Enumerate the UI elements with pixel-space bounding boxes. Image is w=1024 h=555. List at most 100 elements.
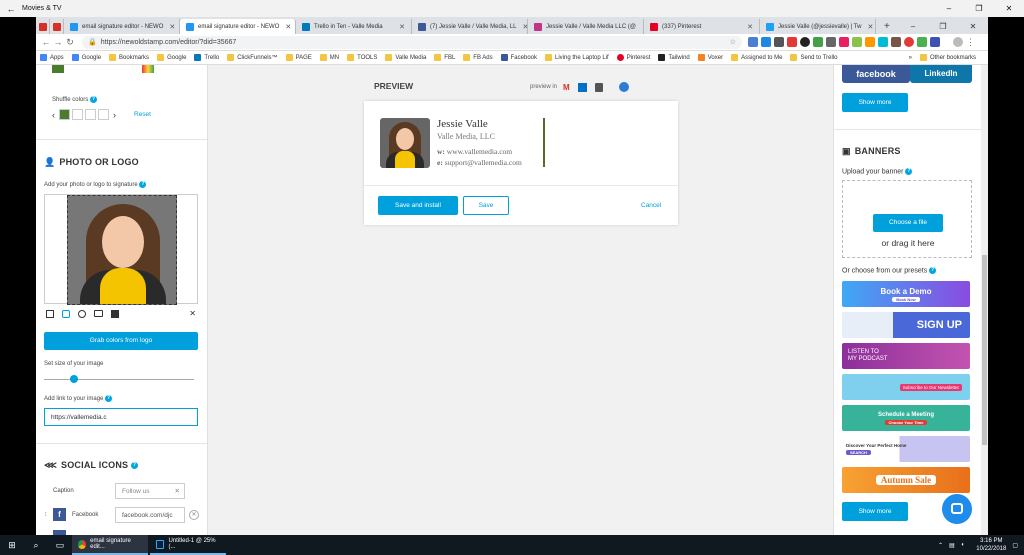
grab-colors-button[interactable]: Grab colors from logo [44,332,198,350]
facebook-button-preview[interactable]: facebook [842,65,910,83]
show-more-banners-button[interactable]: Show more [842,502,908,521]
bookmark-item[interactable]: Send to Trello [790,54,837,61]
bookmark-apps[interactable]: Apps [40,54,64,61]
close-tab-icon[interactable]: ✕ [861,23,873,31]
other-bookmarks[interactable]: » Other bookmarks [909,54,980,61]
bookmark-item[interactable]: TOOLS [347,54,377,61]
taskbar-app-photoshop[interactable]: Untitled-1 @ 25% (... [150,535,226,555]
new-tab-icon[interactable]: + [876,19,898,34]
close-tab-icon[interactable]: ✕ [279,23,291,31]
bookmark-item[interactable]: Assigned to Me [731,54,782,61]
bookmark-item[interactable]: Trello [194,54,219,61]
tab-email-editor-2[interactable]: email signature editor - NEWO ✕ [180,19,296,34]
crop-icon[interactable] [111,309,119,318]
extension-icon[interactable] [748,37,758,47]
network-icon[interactable]: ▤ [949,542,955,549]
banner-preset-podcast[interactable]: LISTEN TO MY PODCAST [842,343,970,369]
drag-handle-icon[interactable]: ↕ [44,511,48,518]
tab-instagram[interactable]: Jessie Valle / Valle Media LLC (@✕ [528,19,644,34]
minimize-icon[interactable]: – [934,4,964,13]
back-arrow-icon[interactable]: ← [0,4,22,14]
close-tab-icon[interactable]: ✕ [636,23,643,31]
help-icon[interactable]: ? [139,181,147,188]
tab-email-editor-1[interactable]: email signature editor - NEWO ✕ [64,19,180,34]
help-icon[interactable]: ? [929,267,937,274]
extension-icon[interactable] [800,37,810,47]
extension-icon[interactable] [878,37,888,47]
bookmark-item[interactable]: Google [71,54,101,61]
search-icon[interactable] [826,37,836,47]
chevron-up-icon[interactable]: ⌃ [938,542,943,549]
banner-preset-autumn[interactable]: Autumn Sale [842,467,970,493]
bookmark-item[interactable]: Valle Media [385,54,426,61]
bookmark-item[interactable]: Bookmarks [109,54,149,61]
chevron-right-icon[interactable]: › [113,110,116,120]
close-tab-icon[interactable]: ✕ [163,23,175,31]
banner-dropzone[interactable]: Choose a file or drag it here [842,180,972,258]
close-tab-icon[interactable]: ✕ [741,23,753,31]
star-icon[interactable]: ☆ [730,38,736,46]
remove-social-icon[interactable]: ✕ [189,510,199,520]
bookmark-item[interactable]: Pinterest [616,54,650,61]
extension-icon[interactable] [917,37,927,47]
back-icon[interactable]: ← [40,37,52,47]
banner-preset-newsletter[interactable]: Subscribe to Our Newsletter [842,374,970,400]
color-swatch[interactable] [98,109,109,120]
banner-preset-home[interactable]: Discover Your Perfect Home SEARCH [842,436,970,462]
extension-icon[interactable] [891,37,901,47]
reset-link[interactable]: Reset [134,111,151,118]
bookmark-item[interactable]: FBL [434,54,455,61]
help-icon[interactable]: ? [905,168,913,175]
extension-icon[interactable] [839,37,849,47]
rounded-shape-icon[interactable] [62,309,70,318]
extension-icon[interactable] [865,37,875,47]
size-slider-handle[interactable] [70,375,78,383]
save-button[interactable]: Save [463,196,509,215]
clear-icon[interactable]: ✕ [175,487,180,495]
image-crop-area[interactable] [44,194,198,305]
extension-icon[interactable] [852,37,862,47]
save-install-button[interactable]: Save and install [378,196,458,215]
show-more-button[interactable]: Show more [842,93,908,112]
banner-preset-sign-up[interactable]: SIGN UP [842,312,970,338]
linkedin-button-preview[interactable]: LinkedIn [910,65,972,83]
size-slider[interactable] [44,379,194,380]
color-swatch[interactable] [59,109,70,120]
color-picker-icon[interactable] [142,65,154,73]
extension-icon[interactable] [787,37,797,47]
bookmark-item[interactable]: Voxer [697,54,723,61]
restore-icon[interactable]: ❐ [928,19,958,34]
bookmark-item[interactable]: Facebook [500,54,537,61]
image-link-input[interactable]: https://vallemedia.c [44,408,198,426]
banner-preset-book-demo[interactable]: Book a Demo Book Now [842,281,970,307]
minimize-icon[interactable]: – [898,19,928,34]
menu-icon[interactable]: ⋮ [966,37,976,47]
clock[interactable]: 3:16 PM 10/22/2018 [976,537,1006,553]
reload-icon[interactable]: ↻ [64,37,76,48]
extension-icon[interactable] [904,37,914,47]
volume-icon[interactable]: ◖ [961,542,965,548]
extension-icon[interactable] [774,37,784,47]
forward-icon[interactable]: → [52,37,64,47]
mobile-icon[interactable] [594,82,603,92]
profile-photo[interactable] [67,195,177,305]
bookmark-item[interactable]: Tailwind [658,54,690,61]
windows-start-icon[interactable]: ⊞ [0,540,24,551]
bookmark-item[interactable]: Google [157,54,186,61]
tab-twitter[interactable]: Jessie Valle (@jessievalle) | Tw ✕ [760,19,876,34]
bookmark-item[interactable]: Living the Laptop Lif [545,54,609,61]
help-icon[interactable]: ? [89,96,97,103]
tab-trello[interactable]: Trello in Ten - Valle Media ✕ [296,19,412,34]
tab-pinterest[interactable]: (337) Pinterest ✕ [644,19,760,34]
url-bar[interactable]: 🔒 https://newoldstamp.com/editor/?did=35… [82,35,742,49]
gmail-icon[interactable]: M [563,83,570,92]
close-icon[interactable]: ✕ [958,19,988,34]
color-swatch[interactable] [85,109,96,120]
close-tab-icon[interactable]: ✕ [516,23,527,31]
extension-icon[interactable] [930,37,940,47]
profile-avatar[interactable] [953,37,963,47]
thunderbird-icon[interactable] [618,82,629,92]
bookmark-item[interactable]: PAGE [285,54,312,61]
bookmark-item[interactable]: ClickFunnels™ [227,54,278,61]
tab-facebook[interactable]: (7) Jessie Valle / Valle Media, LL ✕ [412,19,528,34]
